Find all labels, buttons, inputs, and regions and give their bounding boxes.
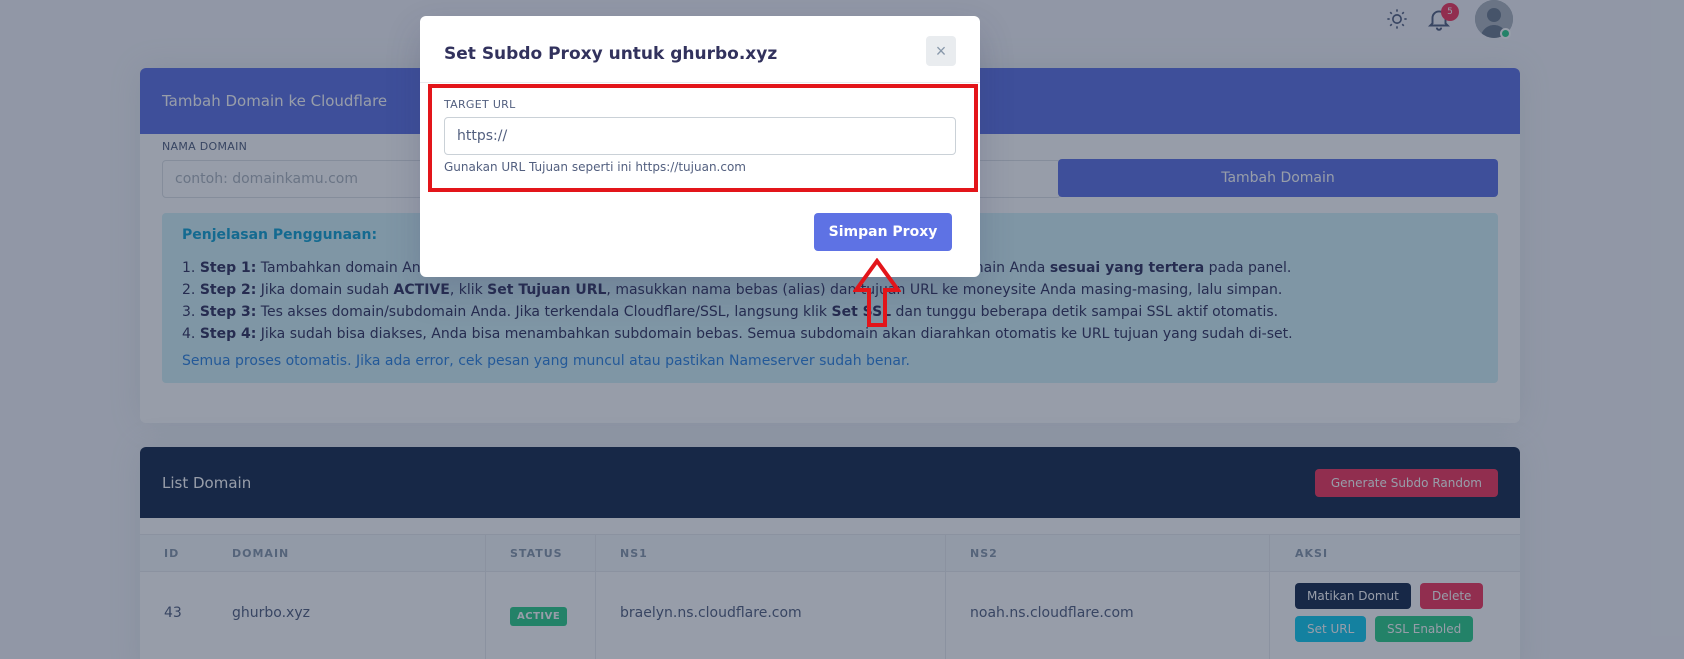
target-url-input[interactable] [444, 117, 956, 155]
modal-title: Set Subdo Proxy untuk ghurbo.xyz [444, 44, 778, 64]
simpan-proxy-button[interactable]: Simpan Proxy [814, 213, 952, 251]
close-icon[interactable]: × [926, 36, 956, 66]
arrow-up-icon [853, 258, 901, 327]
modal-divider [420, 82, 980, 83]
target-url-label: TARGET URL [444, 98, 516, 111]
target-url-help: Gunakan URL Tujuan seperti ini https://t… [444, 160, 746, 174]
